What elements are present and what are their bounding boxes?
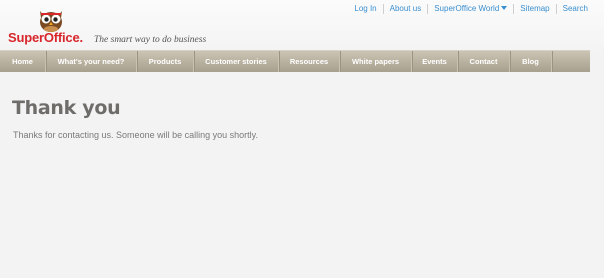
nav-home[interactable]: Home bbox=[0, 51, 46, 72]
page: SuperOffice. The smart way to do busines… bbox=[0, 0, 604, 278]
nav-products[interactable]: Products bbox=[137, 51, 194, 72]
nav-white-papers[interactable]: White papers bbox=[340, 51, 412, 72]
about-link[interactable]: About us bbox=[384, 4, 428, 14]
world-menu-label: SuperOffice World bbox=[434, 4, 500, 13]
nav-whats-your-need[interactable]: What's your need? bbox=[46, 51, 137, 72]
nav-customer-stories[interactable]: Customer stories bbox=[194, 51, 279, 72]
brand-name: SuperOffice. bbox=[8, 30, 83, 45]
site-logo[interactable]: SuperOffice. The smart way to do busines… bbox=[8, 2, 208, 48]
search-link[interactable]: Search bbox=[557, 4, 594, 14]
nav-events[interactable]: Events bbox=[412, 51, 458, 72]
nav-resources[interactable]: Resources bbox=[279, 51, 340, 72]
tagline: The smart way to do business bbox=[94, 35, 207, 45]
owl-logo-icon bbox=[40, 11, 62, 32]
main-nav: Home What's your need? Products Customer… bbox=[0, 50, 590, 72]
page-title: Thank you bbox=[12, 97, 121, 119]
top-links: Log In About us SuperOffice World Sitema… bbox=[348, 4, 594, 14]
caret-down-icon bbox=[501, 6, 508, 10]
site-header: SuperOffice. The smart way to do busines… bbox=[0, 0, 604, 50]
sitemap-link[interactable]: Sitemap bbox=[514, 4, 555, 14]
nav-contact[interactable]: Contact bbox=[458, 51, 510, 72]
nav-blog[interactable]: Blog bbox=[510, 51, 552, 72]
login-link[interactable]: Log In bbox=[348, 4, 382, 14]
thank-you-message: Thanks for contacting us. Someone will b… bbox=[13, 130, 258, 140]
world-menu-link[interactable]: SuperOffice World bbox=[428, 4, 513, 14]
